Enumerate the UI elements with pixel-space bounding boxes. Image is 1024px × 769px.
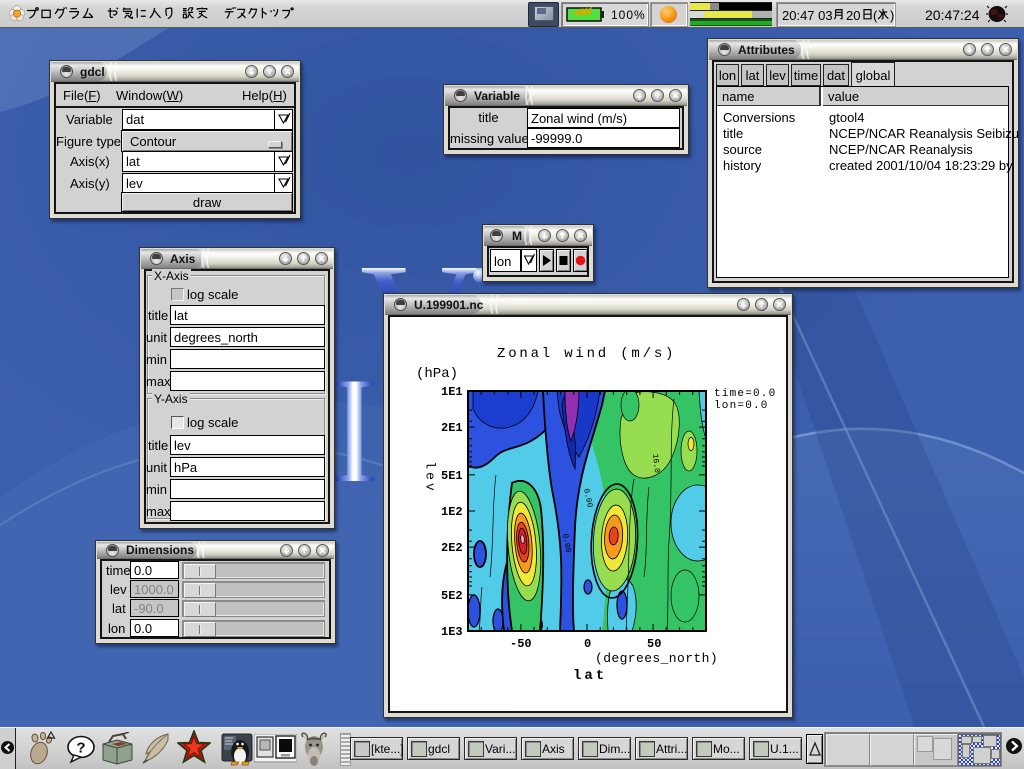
svg-text:?: ? <box>76 740 85 757</box>
